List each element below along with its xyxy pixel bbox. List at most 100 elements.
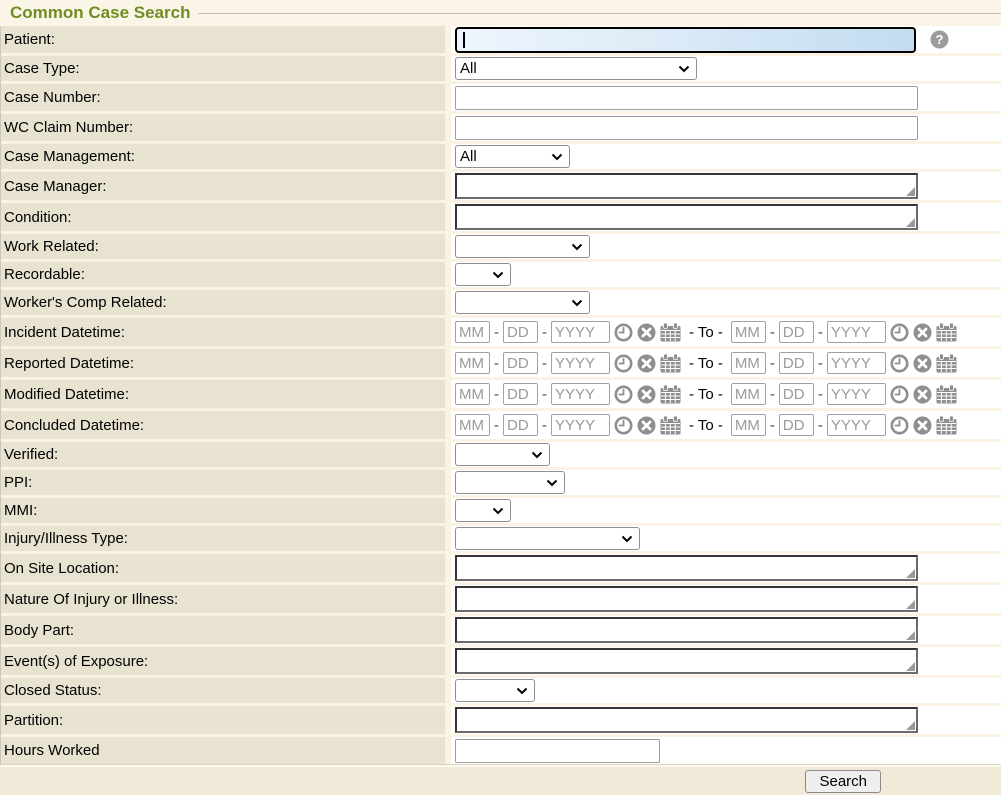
year-input[interactable] bbox=[827, 321, 886, 343]
date-separator: - bbox=[818, 324, 823, 341]
calendar-icon[interactable] bbox=[660, 323, 681, 342]
ppi-select[interactable] bbox=[455, 471, 565, 494]
text-caret bbox=[463, 32, 465, 48]
help-icon[interactable]: ? bbox=[930, 30, 949, 49]
day-input[interactable] bbox=[503, 321, 538, 343]
incident-datetime-from: - - bbox=[455, 321, 681, 343]
form-row-work-related: Work Related: bbox=[1, 234, 1001, 259]
workers-comp-related-select[interactable] bbox=[455, 291, 590, 314]
work-related-select[interactable] bbox=[455, 235, 590, 258]
month-input[interactable] bbox=[455, 414, 490, 436]
search-button[interactable]: Search bbox=[805, 770, 881, 793]
hours-worked-label: Hours Worked bbox=[1, 737, 445, 764]
time-picker-icon[interactable] bbox=[614, 323, 633, 342]
case-management-select[interactable]: All bbox=[455, 145, 570, 168]
search-form: Patient: ? Case Type: All bbox=[0, 26, 1001, 765]
case-manager-textarea[interactable] bbox=[455, 173, 918, 199]
month-input[interactable] bbox=[731, 321, 766, 343]
time-picker-icon[interactable] bbox=[614, 354, 633, 373]
date-separator: - bbox=[494, 417, 499, 434]
calendar-icon[interactable] bbox=[660, 354, 681, 373]
year-input[interactable] bbox=[551, 321, 610, 343]
concluded-datetime-from: - - bbox=[455, 414, 681, 436]
date-separator: - bbox=[494, 386, 499, 403]
month-input[interactable] bbox=[455, 352, 490, 374]
day-input[interactable] bbox=[779, 321, 814, 343]
day-input[interactable] bbox=[779, 414, 814, 436]
form-row-modified-datetime: Modified Datetime: - - - To - - - bbox=[1, 380, 1001, 408]
condition-textarea[interactable] bbox=[455, 204, 918, 230]
calendar-icon[interactable] bbox=[936, 416, 957, 435]
date-separator: - bbox=[494, 324, 499, 341]
day-input[interactable] bbox=[503, 414, 538, 436]
calendar-icon[interactable] bbox=[936, 323, 957, 342]
date-separator: - bbox=[542, 386, 547, 403]
month-input[interactable] bbox=[731, 383, 766, 405]
recordable-label: Recordable: bbox=[1, 262, 445, 287]
mmi-select[interactable] bbox=[455, 499, 511, 522]
on-site-location-textarea[interactable] bbox=[455, 555, 918, 581]
date-separator: - bbox=[542, 417, 547, 434]
year-input[interactable] bbox=[827, 414, 886, 436]
nature-of-injury-textarea[interactable] bbox=[455, 586, 918, 612]
injury-illness-type-select[interactable] bbox=[455, 527, 640, 550]
form-row-body-part: Body Part: bbox=[1, 616, 1001, 644]
year-input[interactable] bbox=[827, 383, 886, 405]
events-of-exposure-textarea[interactable] bbox=[455, 648, 918, 674]
case-type-select[interactable]: All bbox=[455, 57, 697, 80]
date-separator: - bbox=[542, 355, 547, 372]
time-picker-icon[interactable] bbox=[890, 385, 909, 404]
month-input[interactable] bbox=[731, 414, 766, 436]
calendar-icon[interactable] bbox=[660, 416, 681, 435]
calendar-icon[interactable] bbox=[660, 385, 681, 404]
year-input[interactable] bbox=[551, 383, 610, 405]
case-number-input[interactable] bbox=[455, 86, 918, 110]
clear-date-icon[interactable] bbox=[913, 385, 932, 404]
range-to-label: - To - bbox=[689, 386, 723, 403]
partition-textarea[interactable] bbox=[455, 707, 918, 733]
time-picker-icon[interactable] bbox=[890, 354, 909, 373]
time-picker-icon[interactable] bbox=[614, 416, 633, 435]
modified-datetime-from: - - bbox=[455, 383, 681, 405]
wc-claim-number-input[interactable] bbox=[455, 116, 918, 140]
closed-status-select[interactable] bbox=[455, 679, 535, 702]
verified-select[interactable] bbox=[455, 443, 550, 466]
calendar-icon[interactable] bbox=[936, 354, 957, 373]
form-row-reported-datetime: Reported Datetime: - - - To - - - bbox=[1, 349, 1001, 377]
chevron-down-icon bbox=[531, 451, 543, 459]
day-input[interactable] bbox=[503, 352, 538, 374]
clear-date-icon[interactable] bbox=[637, 354, 656, 373]
time-picker-icon[interactable] bbox=[614, 385, 633, 404]
date-separator: - bbox=[770, 386, 775, 403]
date-separator: - bbox=[770, 355, 775, 372]
legend-divider bbox=[198, 13, 1001, 14]
clear-date-icon[interactable] bbox=[913, 354, 932, 373]
time-picker-icon[interactable] bbox=[890, 323, 909, 342]
reported-datetime-from: - - bbox=[455, 352, 681, 374]
time-picker-icon[interactable] bbox=[890, 416, 909, 435]
hours-worked-input[interactable] bbox=[455, 739, 660, 763]
month-input[interactable] bbox=[731, 352, 766, 374]
events-of-exposure-label: Event(s) of Exposure: bbox=[1, 647, 445, 675]
year-input[interactable] bbox=[551, 352, 610, 374]
year-input[interactable] bbox=[827, 352, 886, 374]
chevron-down-icon bbox=[546, 479, 558, 487]
chevron-down-icon bbox=[571, 243, 583, 251]
clear-date-icon[interactable] bbox=[637, 323, 656, 342]
month-input[interactable] bbox=[455, 321, 490, 343]
recordable-select[interactable] bbox=[455, 263, 511, 286]
clear-date-icon[interactable] bbox=[637, 385, 656, 404]
calendar-icon[interactable] bbox=[936, 385, 957, 404]
date-separator: - bbox=[770, 417, 775, 434]
day-input[interactable] bbox=[779, 383, 814, 405]
modified-datetime-to: - - bbox=[731, 383, 957, 405]
body-part-textarea[interactable] bbox=[455, 617, 918, 643]
year-input[interactable] bbox=[551, 414, 610, 436]
clear-date-icon[interactable] bbox=[913, 323, 932, 342]
month-input[interactable] bbox=[455, 383, 490, 405]
day-input[interactable] bbox=[779, 352, 814, 374]
clear-date-icon[interactable] bbox=[637, 416, 656, 435]
patient-input[interactable] bbox=[455, 27, 916, 53]
day-input[interactable] bbox=[503, 383, 538, 405]
clear-date-icon[interactable] bbox=[913, 416, 932, 435]
